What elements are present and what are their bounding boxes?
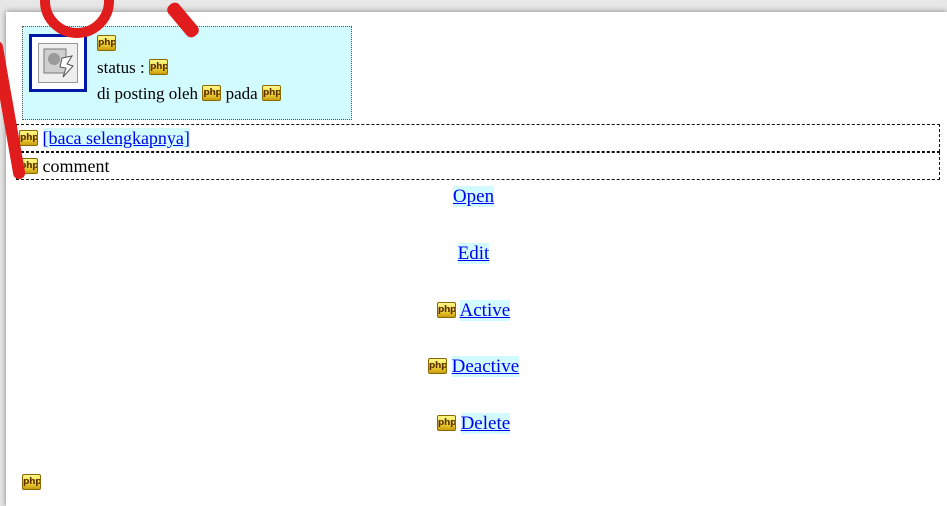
- posted-by-line: di posting oleh php pada php: [97, 84, 281, 104]
- php-icon: php: [202, 85, 222, 101]
- php-icon: php: [148, 59, 168, 75]
- comment-label: comment: [42, 156, 110, 176]
- php-icon: php: [427, 358, 447, 374]
- deactive-link[interactable]: Deactive: [451, 356, 520, 377]
- php-icon: php: [436, 302, 456, 318]
- post-header: php status : php di posting oleh php pad…: [22, 26, 352, 120]
- active-action: php Active: [0, 299, 947, 323]
- header-line-1: php: [97, 34, 116, 54]
- delete-action: php Delete: [0, 412, 947, 436]
- status-label: status :: [97, 58, 145, 77]
- delete-link[interactable]: Delete: [460, 413, 511, 434]
- broken-image-icon: [38, 43, 78, 83]
- on-label: pada: [225, 84, 258, 103]
- php-icon: php: [261, 85, 281, 101]
- php-icon: php: [436, 415, 456, 431]
- open-action: Open: [0, 185, 947, 209]
- comment-row: php comment: [16, 152, 940, 180]
- php-icon: php: [22, 474, 41, 490]
- edit-action: Edit: [0, 242, 947, 266]
- read-more-row: php [baca selengkapnya]: [16, 124, 940, 152]
- read-more-link[interactable]: [baca selengkapnya]: [42, 128, 190, 148]
- edit-link[interactable]: Edit: [457, 243, 490, 264]
- deactive-action: php Deactive: [0, 355, 947, 379]
- status-line: status : php: [97, 58, 168, 78]
- posted-by-label: di posting oleh: [97, 84, 199, 103]
- php-icon: php: [19, 130, 38, 146]
- open-link[interactable]: Open: [452, 186, 495, 207]
- php-icon: php: [97, 35, 116, 51]
- thumbnail-frame[interactable]: [29, 34, 87, 92]
- active-link[interactable]: Active: [459, 300, 511, 321]
